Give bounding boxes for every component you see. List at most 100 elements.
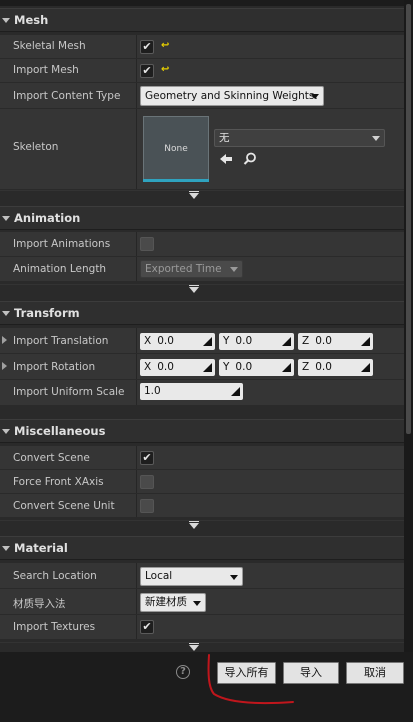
- drag-handle-icon[interactable]: [203, 363, 212, 372]
- chevron-down-icon: [230, 575, 238, 580]
- skeletal-mesh-label: Skeletal Mesh: [13, 40, 86, 52]
- drag-handle-icon[interactable]: [282, 337, 291, 346]
- search-location-value: Local: [145, 570, 173, 582]
- material-advanced-expander[interactable]: [0, 642, 404, 652]
- section-header-miscellaneous[interactable]: Miscellaneous: [0, 419, 404, 443]
- expand-down-icon: [189, 645, 199, 651]
- import-textures-label: Import Textures: [13, 621, 96, 633]
- import-uniform-scale-label: Import Uniform Scale: [13, 386, 125, 398]
- row-import-rotation: Import Rotation X 0.0 Y 0.0 Z 0.0: [0, 354, 404, 380]
- import-content-type-value: Geometry and Skinning Weights.: [145, 90, 318, 102]
- convert-scene-unit-checkbox[interactable]: [140, 499, 154, 513]
- expand-right-icon[interactable]: [2, 362, 7, 370]
- import-mesh-checkbox[interactable]: ✔: [140, 64, 154, 78]
- search-location-dropdown[interactable]: Local: [140, 567, 243, 586]
- expand-down-icon: [189, 523, 199, 529]
- axis-z-label: Z: [302, 335, 310, 347]
- material-import-method-label: 材质导入法: [13, 598, 66, 610]
- material-import-method-dropdown[interactable]: 新建材质: [140, 593, 206, 612]
- import-animations-label: Import Animations: [13, 238, 111, 250]
- translation-x-value: 0.0: [157, 335, 174, 347]
- drag-handle-icon[interactable]: [282, 363, 291, 372]
- chevron-down-icon: [372, 136, 380, 141]
- section-title-animation: Animation: [14, 211, 81, 225]
- section-header-mesh[interactable]: Mesh: [0, 8, 404, 32]
- rotation-x-value: 0.0: [157, 361, 174, 373]
- collapse-arrow-icon[interactable]: [2, 310, 10, 316]
- row-import-mesh: Import Mesh ✔ ↩: [0, 59, 404, 83]
- chevron-down-icon: [193, 601, 201, 606]
- translation-z-field[interactable]: Z 0.0: [298, 333, 373, 350]
- drag-handle-icon[interactable]: [231, 387, 240, 396]
- drag-handle-icon[interactable]: [361, 363, 370, 372]
- translation-y-field[interactable]: Y 0.0: [219, 333, 294, 350]
- uniform-scale-field[interactable]: 1.0: [140, 383, 243, 400]
- skeleton-thumbnail-text: None: [164, 144, 188, 154]
- drag-handle-icon[interactable]: [203, 337, 212, 346]
- translation-x-field[interactable]: X 0.0: [140, 333, 215, 350]
- vertical-scrollbar[interactable]: [404, 0, 413, 652]
- section-header-animation[interactable]: Animation: [0, 206, 404, 230]
- row-skeletal-mesh: Skeletal Mesh ✔ ↩: [0, 35, 404, 59]
- import-textures-checkbox[interactable]: ✔: [140, 620, 154, 634]
- collapse-arrow-icon[interactable]: [2, 215, 10, 221]
- row-import-translation: Import Translation X 0.0 Y 0.0 Z 0.0: [0, 328, 404, 354]
- animation-length-dropdown[interactable]: Exported Time: [140, 260, 243, 278]
- section-header-transform[interactable]: Transform: [0, 301, 404, 325]
- translation-z-value: 0.0: [315, 335, 332, 347]
- force-front-xaxis-checkbox[interactable]: [140, 475, 154, 489]
- import-mesh-label: Import Mesh: [13, 64, 79, 76]
- row-force-front-xaxis: Force Front XAxis: [0, 470, 404, 494]
- import-translation-label: Import Translation: [13, 335, 109, 347]
- row-material-import-method: 材质导入法 新建材质: [0, 589, 404, 615]
- convert-scene-label: Convert Scene: [13, 452, 90, 464]
- browse-search-icon[interactable]: [243, 152, 257, 166]
- use-selected-asset-arrow-icon[interactable]: [219, 153, 233, 165]
- material-import-method-value: 新建材质: [145, 596, 187, 608]
- reset-to-default-icon[interactable]: ↩: [161, 64, 169, 75]
- force-front-xaxis-label: Force Front XAxis: [13, 476, 104, 488]
- import-animations-checkbox[interactable]: [140, 237, 154, 251]
- rotation-y-value: 0.0: [235, 361, 253, 373]
- axis-z-label: Z: [302, 361, 310, 373]
- collapse-arrow-icon[interactable]: [2, 17, 10, 23]
- cancel-button[interactable]: 取消: [346, 662, 404, 684]
- section-title-material: Material: [14, 541, 68, 555]
- convert-scene-unit-label: Convert Scene Unit: [13, 500, 115, 512]
- mesh-advanced-expander[interactable]: [0, 190, 404, 200]
- skeleton-asset-picker[interactable]: 无: [214, 129, 385, 147]
- skeleton-thumbnail[interactable]: None: [143, 116, 209, 182]
- section-header-material[interactable]: Material: [0, 536, 404, 560]
- row-convert-scene: Convert Scene ✔: [0, 446, 404, 470]
- collapse-arrow-icon[interactable]: [2, 545, 10, 551]
- row-search-location: Search Location Local: [0, 563, 404, 589]
- axis-y-label: Y: [223, 335, 230, 347]
- import-rotation-label: Import Rotation: [13, 361, 96, 373]
- expand-right-icon[interactable]: [2, 336, 7, 344]
- rotation-y-field[interactable]: Y 0.0: [219, 359, 294, 376]
- animation-advanced-expander[interactable]: [0, 284, 404, 294]
- thumbnail-asset-color-bar: [143, 179, 209, 182]
- import-content-type-dropdown[interactable]: Geometry and Skinning Weights.: [140, 86, 324, 106]
- misc-advanced-expander[interactable]: [0, 520, 404, 530]
- section-title-mesh: Mesh: [14, 13, 49, 27]
- row-import-content-type: Import Content Type Geometry and Skinnin…: [0, 83, 404, 109]
- rotation-z-field[interactable]: Z 0.0: [298, 359, 373, 376]
- convert-scene-checkbox[interactable]: ✔: [140, 451, 154, 465]
- help-icon[interactable]: ?: [176, 665, 190, 679]
- skeletal-mesh-checkbox[interactable]: ✔: [140, 40, 154, 54]
- skeleton-value: 无: [219, 132, 230, 144]
- expand-down-icon: [189, 287, 199, 293]
- skeleton-label: Skeleton: [13, 141, 59, 153]
- row-import-animations: Import Animations: [0, 232, 404, 257]
- animation-length-value: Exported Time: [145, 263, 222, 275]
- reset-to-default-icon[interactable]: ↩: [161, 40, 169, 51]
- collapse-arrow-icon[interactable]: [2, 428, 10, 434]
- animation-length-label: Animation Length: [13, 263, 107, 275]
- drag-handle-icon[interactable]: [361, 337, 370, 346]
- rotation-x-field[interactable]: X 0.0: [140, 359, 215, 376]
- import-options-panel: Mesh Skeletal Mesh ✔ ↩ Import Mesh ✔ ↩ I…: [0, 0, 404, 652]
- axis-x-label: X: [144, 335, 152, 347]
- scrollbar-thumb[interactable]: [406, 4, 411, 434]
- row-convert-scene-unit: Convert Scene Unit: [0, 494, 404, 518]
